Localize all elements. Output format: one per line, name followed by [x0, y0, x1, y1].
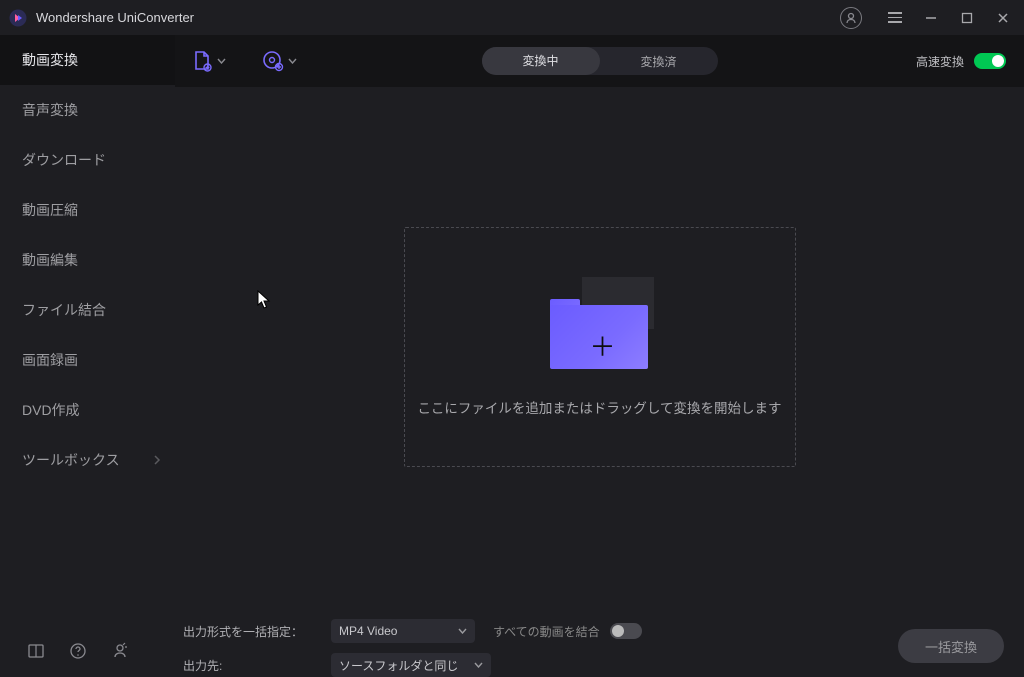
- sidebar-item-label: 音声変換: [22, 100, 78, 120]
- chevron-right-icon: [153, 455, 161, 465]
- sidebar-item-label: DVD作成: [22, 400, 80, 420]
- title-bar: Wondershare UniConverter: [0, 0, 1024, 35]
- feedback-icon[interactable]: [110, 641, 130, 661]
- sidebar-item-compress[interactable]: 動画圧縮: [0, 185, 175, 235]
- high-speed-label: 高速変換: [916, 53, 964, 70]
- sidebar-item-dvd[interactable]: DVD作成: [0, 385, 175, 435]
- sidebar-item-label: 動画変換: [22, 50, 78, 70]
- menu-icon[interactable]: [886, 9, 904, 27]
- sidebar-item-record[interactable]: 画面録画: [0, 335, 175, 385]
- drop-area: ＋ ここにファイルを追加またはドラッグして変換を開始します: [175, 87, 1024, 607]
- convert-all-button[interactable]: 一括変換: [898, 629, 1004, 663]
- tab-converted[interactable]: 変換済: [600, 53, 718, 70]
- maximize-button[interactable]: [958, 9, 976, 27]
- sidebar-item-label: ファイル結合: [22, 300, 106, 320]
- close-button[interactable]: [994, 9, 1012, 27]
- chevron-down-icon: [474, 662, 483, 668]
- sidebar: 動画変換 音声変換 ダウンロード 動画圧縮 動画編集 ファイル結合 画面録画 D…: [0, 35, 175, 675]
- help-icon[interactable]: [68, 641, 88, 661]
- sidebar-item-download[interactable]: ダウンロード: [0, 135, 175, 185]
- convert-all-label: 一括変換: [925, 637, 977, 656]
- sidebar-item-edit[interactable]: 動画編集: [0, 235, 175, 285]
- sidebar-item-video-convert[interactable]: 動画変換: [0, 35, 175, 85]
- sidebar-item-label: 画面録画: [22, 350, 78, 370]
- add-disc-button[interactable]: [262, 50, 297, 72]
- chevron-down-icon: [288, 58, 297, 64]
- high-speed-toggle[interactable]: [974, 53, 1006, 69]
- bottom-bar: 出力形式を一括指定： MP4 Video すべての動画を結合 出力先:: [175, 607, 1024, 675]
- account-icon[interactable]: [840, 7, 862, 29]
- merge-all-toggle[interactable]: [610, 623, 642, 639]
- add-folder-icon: ＋: [550, 277, 650, 367]
- conversion-tabs: 変換中 変換済: [482, 47, 718, 75]
- merge-all-label: すべての動画を結合: [493, 623, 600, 640]
- sidebar-item-toolbox[interactable]: ツールボックス: [0, 435, 175, 485]
- chevron-down-icon: [217, 58, 226, 64]
- output-format-select[interactable]: MP4 Video: [331, 619, 475, 643]
- app-logo-icon: [8, 8, 28, 28]
- output-dest-select[interactable]: ソースフォルダと同じ: [331, 653, 491, 677]
- drop-instruction: ここにファイルを追加またはドラッグして変換を開始します: [417, 397, 781, 417]
- output-dest-value: ソースフォルダと同じ: [339, 657, 458, 674]
- add-file-icon: [191, 50, 213, 72]
- tutorial-icon[interactable]: [26, 641, 46, 661]
- sidebar-item-label: ダウンロード: [22, 150, 106, 170]
- sidebar-bottom-actions: [0, 627, 175, 675]
- sidebar-item-audio-convert[interactable]: 音声変換: [0, 85, 175, 135]
- chevron-down-icon: [458, 628, 467, 634]
- add-disc-icon: [262, 50, 284, 72]
- sidebar-item-merge[interactable]: ファイル結合: [0, 285, 175, 335]
- output-format-value: MP4 Video: [339, 624, 397, 638]
- sidebar-item-label: ツールボックス: [22, 450, 120, 470]
- drop-zone[interactable]: ＋ ここにファイルを追加またはドラッグして変換を開始します: [404, 227, 796, 467]
- output-dest-label: 出力先:: [183, 657, 313, 674]
- sidebar-item-label: 動画圧縮: [22, 200, 78, 220]
- minimize-button[interactable]: [922, 9, 940, 27]
- tab-converting[interactable]: 変換中: [482, 47, 600, 75]
- sidebar-item-label: 動画編集: [22, 250, 78, 270]
- top-bar: 変換中 変換済 高速変換: [175, 35, 1024, 87]
- add-file-button[interactable]: [191, 50, 226, 72]
- app-title: Wondershare UniConverter: [36, 10, 840, 25]
- content-area: 変換中 変換済 高速変換 ＋ ここにファイルを追加またはドラッグして変換を開始し…: [175, 35, 1024, 675]
- output-format-label: 出力形式を一括指定：: [183, 623, 313, 640]
- window-controls: [840, 7, 1012, 29]
